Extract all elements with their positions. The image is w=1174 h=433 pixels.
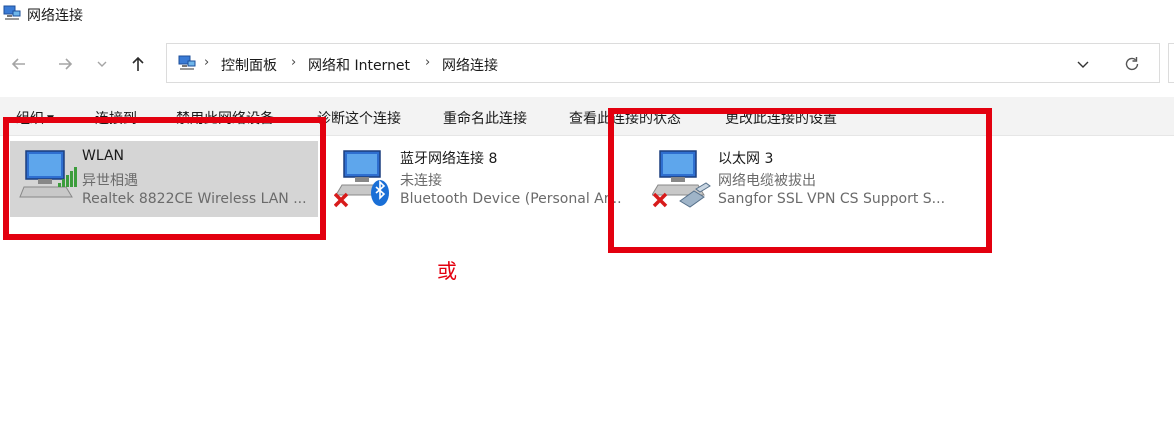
connection-item-bluetooth[interactable]: 蓝牙网络连接 8 未连接 Bluetooth Device (Personal … — [326, 141, 632, 217]
breadcrumb-separator: › — [291, 55, 297, 70]
arrow-left-icon — [11, 58, 25, 70]
breadcrumb-separator: › — [425, 55, 431, 70]
back-button[interactable] — [5, 50, 33, 78]
refresh-icon[interactable] — [1123, 55, 1141, 73]
title-bar: 网络连接 — [0, 0, 1174, 28]
breadcrumb-network-connections[interactable]: 网络连接 — [442, 55, 498, 75]
annotation-or-text: 或 — [437, 259, 457, 283]
breadcrumb-separator: › — [204, 55, 210, 70]
arrow-up-icon — [132, 56, 144, 71]
address-dropdown-icon[interactable] — [1075, 56, 1091, 72]
control-panel-icon — [178, 55, 196, 70]
up-button[interactable] — [124, 50, 152, 78]
window-title: 网络连接 — [27, 8, 83, 24]
connection-status: 未连接 — [400, 173, 442, 189]
address-bar[interactable]: › 控制面板 › 网络和 Internet › 网络连接 — [166, 43, 1160, 83]
connection-name: 蓝牙网络连接 8 — [400, 151, 498, 167]
annotation-box-ethernet — [608, 108, 992, 253]
annotation-box-wlan — [3, 117, 326, 240]
forward-button[interactable] — [51, 50, 79, 78]
chevron-down-icon — [97, 61, 107, 67]
diagnose-button[interactable]: 诊断这个连接 — [317, 108, 401, 128]
connection-device: Bluetooth Device (Personal Ar... — [400, 191, 622, 207]
bluetooth-adapter-icon — [334, 150, 389, 208]
rename-button[interactable]: 重命名此连接 — [443, 108, 527, 128]
breadcrumb-control-panel[interactable]: 控制面板 — [221, 55, 277, 75]
network-connections-icon — [3, 5, 21, 20]
breadcrumb-network-internet[interactable]: 网络和 Internet — [308, 55, 410, 75]
search-box[interactable] — [1168, 43, 1174, 83]
arrow-right-icon — [59, 58, 73, 70]
recent-locations-button[interactable] — [88, 50, 116, 78]
